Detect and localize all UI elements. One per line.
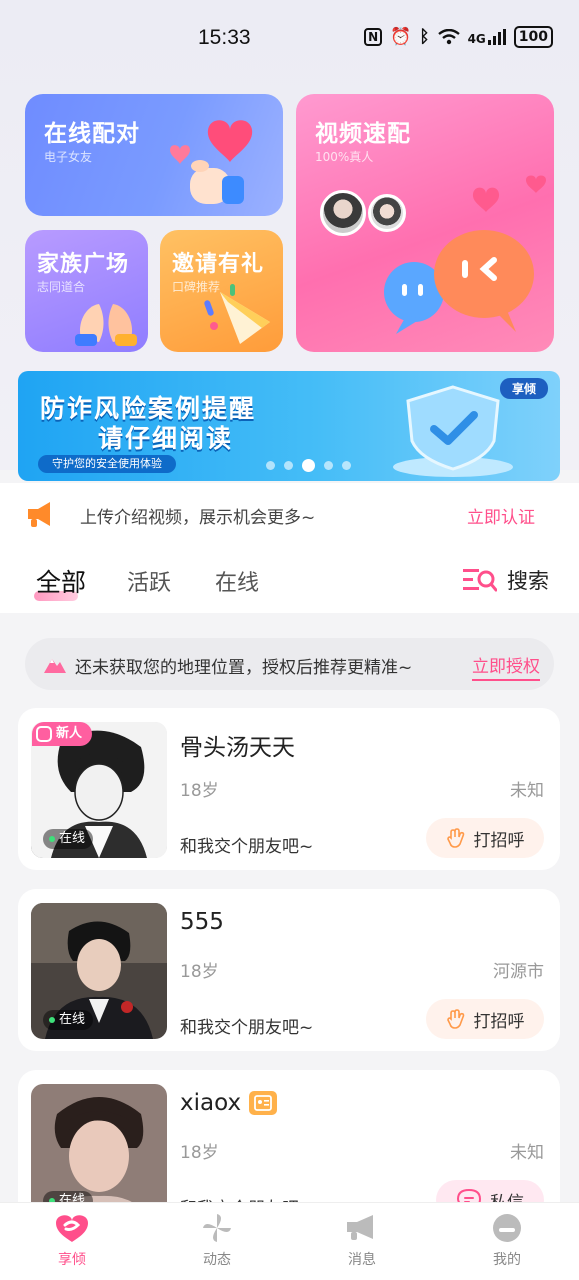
signal-icon <box>487 29 506 45</box>
filter-tabs: 全部 活跃 在线 搜索 <box>0 545 579 613</box>
status-bar: 15:33 N ⏰ ᛒ 4G 100 <box>0 0 579 80</box>
search-icon <box>463 569 497 592</box>
online-dot-icon <box>49 1017 55 1023</box>
online-label: 在线 <box>59 1012 86 1027</box>
online-match-card[interactable]: 在线配对 电子女友 <box>25 94 283 216</box>
online-status: 在线 <box>43 1010 94 1030</box>
high-five-icon <box>75 304 137 346</box>
pager-dot <box>284 461 293 470</box>
card-title: 家族广场 <box>37 252 130 277</box>
tab-all[interactable]: 全部 <box>36 563 86 599</box>
notice-text: 上传介绍视频，展示机会更多~ <box>80 508 316 528</box>
user-name-row: xiaox <box>180 1090 278 1116</box>
status-time: 15:33 <box>198 26 251 49</box>
nav-home-label: 享倾 <box>58 1252 86 1268</box>
user-city: 未知 <box>510 1143 544 1163</box>
card-title: 视频速配 <box>315 121 411 147</box>
wave-hand-icon <box>446 828 464 848</box>
network-label: 4G <box>467 32 486 46</box>
nav-moments-label: 动态 <box>203 1252 231 1268</box>
chat-bubbles-icon <box>384 175 546 334</box>
tab-active[interactable]: 活跃 <box>127 565 171 597</box>
user-age: 18岁 <box>180 1143 219 1163</box>
user-name: 555 <box>180 909 224 935</box>
shield-icon <box>393 385 513 477</box>
card-title: 在线配对 <box>44 121 140 147</box>
avatar[interactable]: 在线 <box>31 1084 167 1220</box>
user-name: 骨头汤天天 <box>180 735 295 761</box>
wave-hand-icon <box>446 1009 464 1029</box>
megaphone-icon <box>347 1215 373 1240</box>
anti-fraud-banner[interactable]: 防诈风险案例提醒 请仔细阅读 守护您的安全使用体验 享倾 <box>18 371 560 481</box>
banner-pager[interactable] <box>266 459 351 472</box>
nav-messages[interactable]: 消息 <box>317 1213 407 1269</box>
megaphone-icon <box>28 502 50 527</box>
nav-mine-label: 我的 <box>493 1252 521 1268</box>
authorize-location-link[interactable]: 立即授权 <box>472 652 540 681</box>
battery-icon: 100 <box>513 26 553 48</box>
greet-button[interactable]: 打招呼 <box>426 818 544 858</box>
profile-icon <box>493 1214 521 1242</box>
verify-notice: 上传介绍视频，展示机会更多~ 立即认证 <box>0 483 579 545</box>
status-icons: N ⏰ ᛒ 4G 100 <box>364 26 553 48</box>
greet-label: 打招呼 <box>473 1011 525 1032</box>
nav-messages-label: 消息 <box>348 1252 376 1268</box>
heart-hand-icon <box>170 120 253 204</box>
user-age: 18岁 <box>180 781 219 801</box>
online-dot-icon <box>49 836 55 842</box>
user-bio: 和我交个朋友吧~ <box>180 1018 314 1038</box>
greet-button[interactable]: 打招呼 <box>426 999 544 1039</box>
online-label: 在线 <box>59 831 86 846</box>
family-plaza-card[interactable]: 家族广场 志同道合 <box>25 230 148 352</box>
location-text: 还未获取您的地理位置，授权后推荐更精准~ <box>75 658 413 678</box>
nav-mine[interactable]: 我的 <box>462 1213 552 1269</box>
card-title: 邀请有礼 <box>172 252 265 277</box>
avatar[interactable]: 在线 <box>31 903 167 1039</box>
user-bio: 和我交个朋友吧~ <box>180 837 314 857</box>
nav-home[interactable]: 享倾 <box>27 1213 117 1269</box>
new-badge-icon <box>36 726 52 742</box>
bluetooth-icon: ᛒ <box>419 27 430 47</box>
user-name: xiaox <box>180 1090 242 1116</box>
pager-dot-active <box>302 459 315 472</box>
mountain-icon <box>44 659 66 673</box>
location-prompt: 还未获取您的地理位置，授权后推荐更精准~ 立即授权 <box>25 638 554 690</box>
new-user-badge: 新人 <box>32 722 93 746</box>
party-popper-icon <box>204 284 270 344</box>
card-subtitle: 100%真人 <box>315 150 374 164</box>
video-match-card[interactable]: 视频速配 100%真人 <box>296 94 554 352</box>
greet-label: 打招呼 <box>473 830 525 851</box>
search-label: 搜索 <box>507 569 549 593</box>
pinwheel-icon <box>203 1214 231 1242</box>
alarm-icon: ⏰ <box>390 27 412 47</box>
nfc-icon: N <box>364 28 383 46</box>
banner-caption: 守护您的安全使用体验 <box>38 455 176 473</box>
avatar-1 <box>320 190 366 236</box>
pager-dot <box>342 461 351 470</box>
user-age: 18岁 <box>180 962 219 982</box>
online-status: 在线 <box>43 829 94 849</box>
invite-reward-card[interactable]: 邀请有礼 口碑推荐 <box>160 230 283 352</box>
nav-moments[interactable]: 动态 <box>172 1213 262 1269</box>
user-card[interactable]: 在线 新人 骨头汤天天 18岁 未知 和我交个朋友吧~ 打招呼 <box>18 708 560 870</box>
user-city: 河源市 <box>493 962 544 982</box>
pager-dot <box>266 461 275 470</box>
pager-dot <box>324 461 333 470</box>
user-card[interactable]: 在线 555 18岁 河源市 和我交个朋友吧~ 打招呼 <box>18 889 560 1051</box>
tab-online[interactable]: 在线 <box>215 565 259 597</box>
verify-now-link[interactable]: 立即认证 <box>467 503 535 528</box>
search-button[interactable]: 搜索 <box>463 565 549 595</box>
user-city: 未知 <box>510 781 544 801</box>
new-badge-label: 新人 <box>56 726 83 741</box>
banner-subtitle-line: 请仔细阅读 <box>98 424 234 453</box>
network-icon: 4G <box>468 29 506 45</box>
bottom-navigation: 享倾 动态 消息 我的 <box>0 1202 579 1280</box>
heart-logo-icon <box>56 1215 88 1242</box>
wifi-icon <box>437 29 460 45</box>
verified-badge-icon <box>249 1091 278 1115</box>
card-subtitle: 电子女友 <box>44 150 93 164</box>
